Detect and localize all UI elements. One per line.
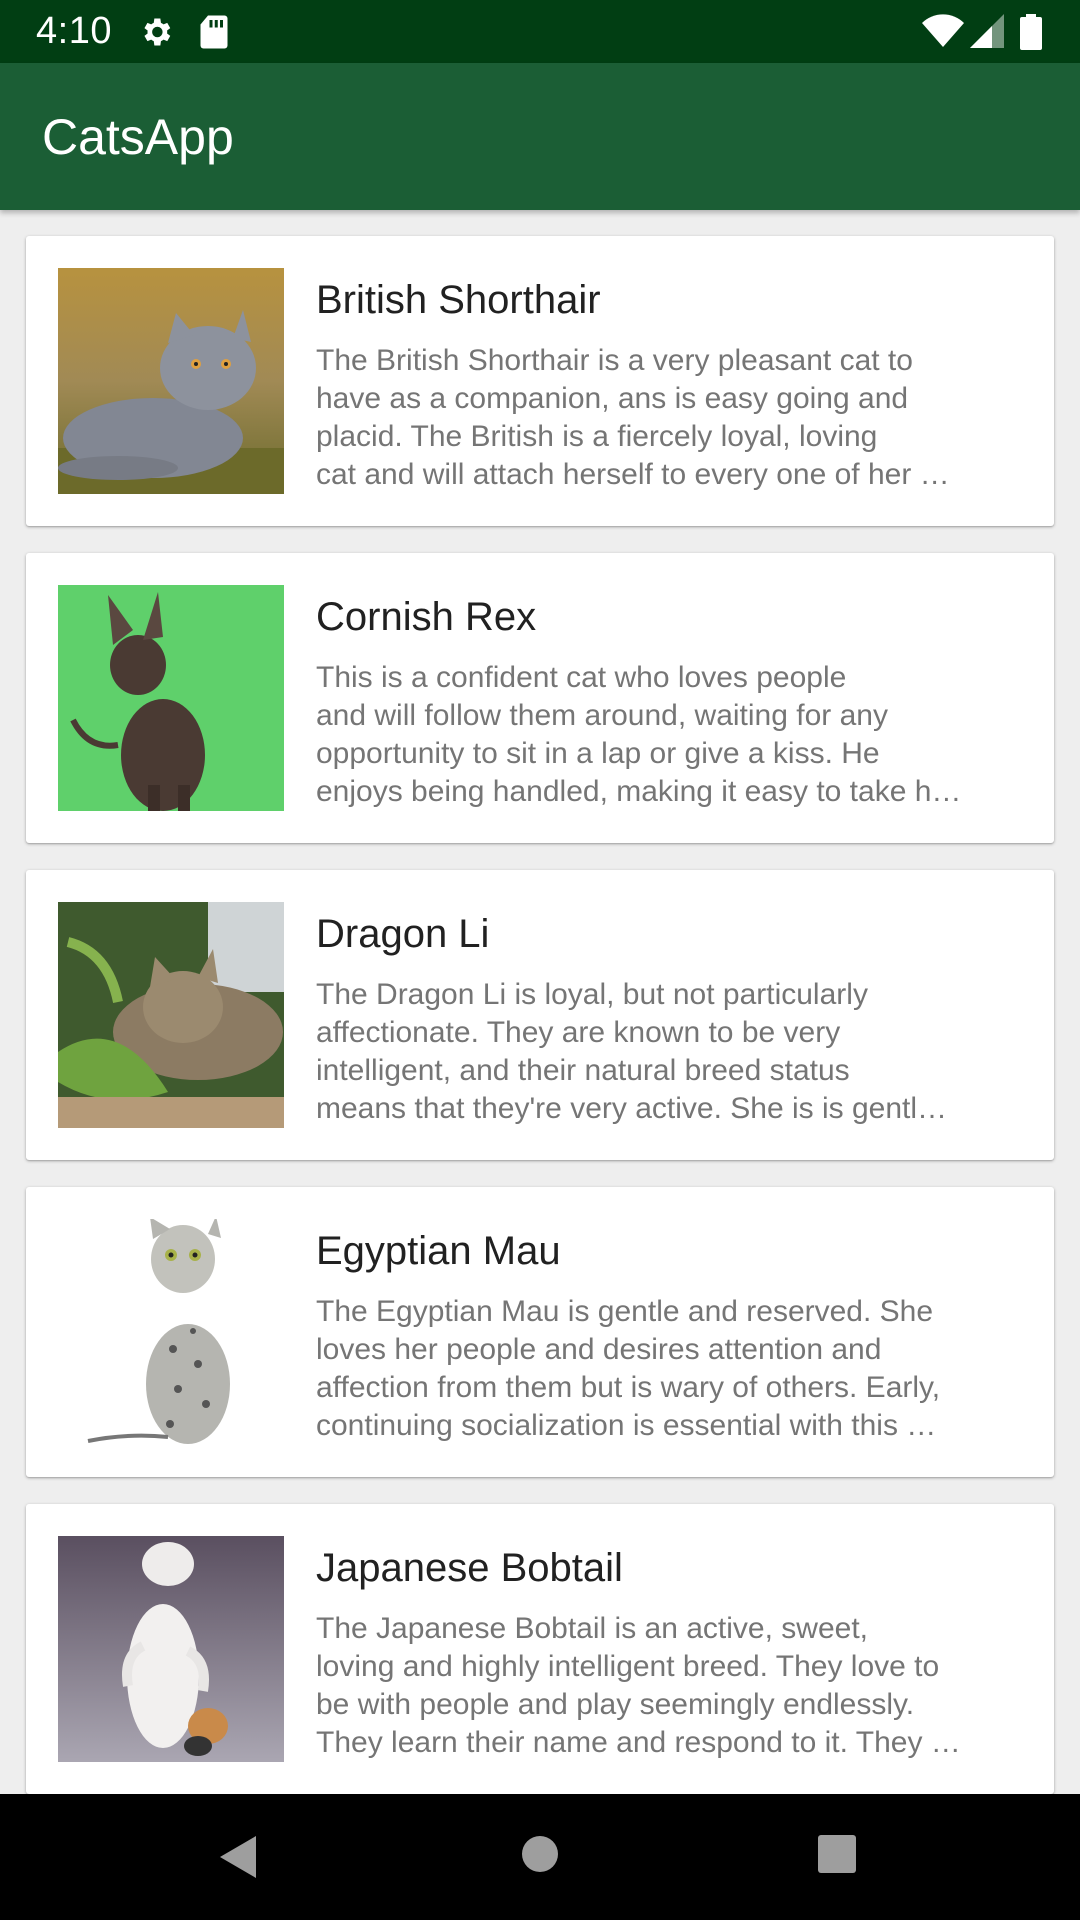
cat-description: The Japanese Bobtail is an active, sweet… xyxy=(316,1612,961,1759)
cat-photo xyxy=(58,1536,284,1762)
cat-photo xyxy=(58,585,284,811)
cat-description: The Egyptian Mau is gentle and reserved.… xyxy=(316,1295,941,1442)
cat-card[interactable]: Japanese Bobtail The Japanese Bobtail is… xyxy=(26,1504,1054,1794)
cell-signal-icon xyxy=(970,14,1004,53)
cat-name: Egyptian Mau xyxy=(316,1229,561,1273)
cat-description: The British Shorthair is a very pleasant… xyxy=(316,344,950,491)
cat-list[interactable]: British Shorthair The British Shorthair … xyxy=(0,210,1080,1794)
app-bar: CatsApp xyxy=(0,63,1080,210)
sd-card-icon xyxy=(198,14,230,55)
cat-card[interactable]: British Shorthair The British Shorthair … xyxy=(26,236,1054,526)
cat-card[interactable]: Dragon Li The Dragon Li is loyal, but no… xyxy=(26,870,1054,1160)
cat-photo xyxy=(58,1219,284,1445)
cat-name: Dragon Li xyxy=(316,912,490,956)
home-icon[interactable] xyxy=(520,1834,560,1879)
cat-card[interactable]: Egyptian Mau The Egyptian Mau is gentle … xyxy=(26,1187,1054,1477)
cat-card[interactable]: Cornish Rex This is a confident cat who … xyxy=(26,553,1054,843)
status-bar: 4:10 xyxy=(0,0,1080,63)
wifi-icon xyxy=(922,14,964,53)
recents-icon[interactable] xyxy=(817,1834,857,1879)
gear-icon xyxy=(138,14,174,55)
cat-name: Cornish Rex xyxy=(316,595,537,639)
app-title: CatsApp xyxy=(42,109,234,165)
battery-icon xyxy=(1020,14,1042,55)
cat-name: Japanese Bobtail xyxy=(316,1546,623,1590)
cat-name: British Shorthair xyxy=(316,278,601,322)
cat-photo xyxy=(58,268,284,494)
cat-description: The Dragon Li is loyal, but not particul… xyxy=(316,978,948,1125)
cat-photo xyxy=(58,902,284,1128)
navigation-bar xyxy=(0,1794,1080,1920)
cat-description: This is a confident cat who loves people… xyxy=(316,661,962,808)
back-icon[interactable] xyxy=(216,1834,260,1885)
status-time: 4:10 xyxy=(36,10,112,52)
